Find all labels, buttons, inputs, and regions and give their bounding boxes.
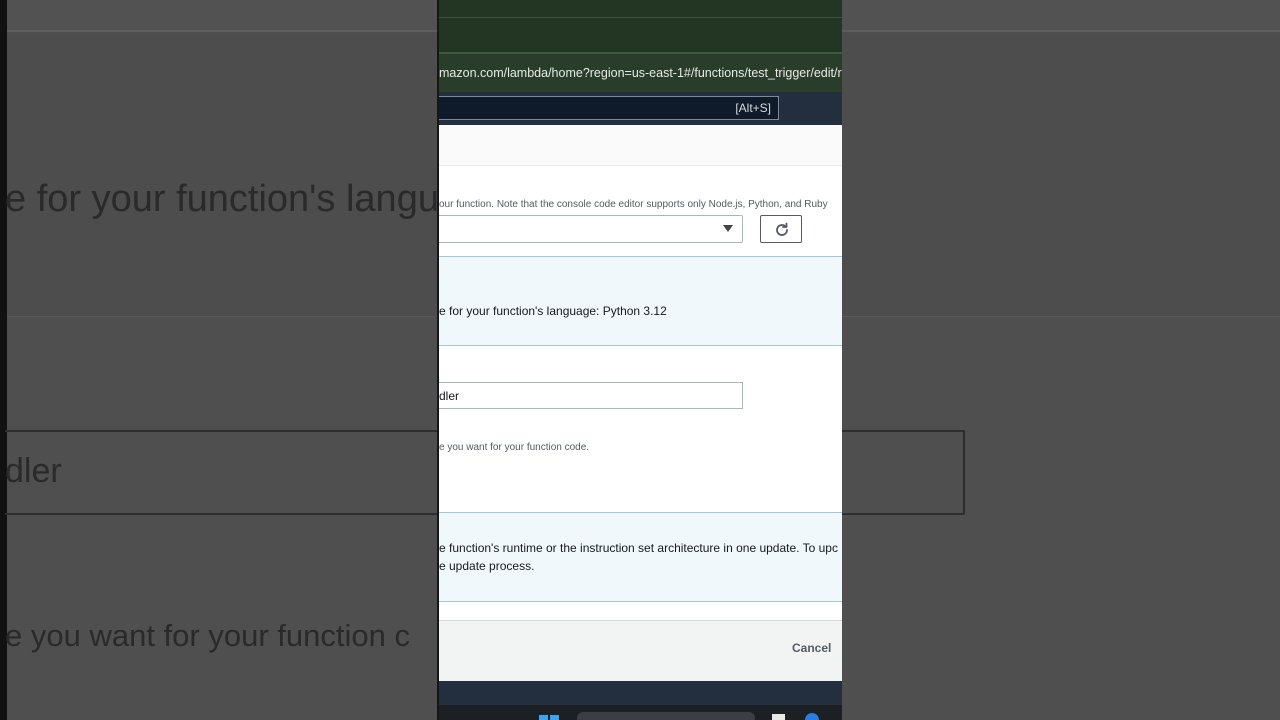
runtime-description: our function. Note that the console code… <box>439 199 828 210</box>
modal-footer: Cancel <box>439 620 842 681</box>
browser-tab-strip <box>439 0 842 52</box>
address-bar[interactable]: mazon.com/lambda/home?region=us-east-1#/… <box>439 52 842 92</box>
edit-runtime-settings-modal: our function. Note that the console code… <box>439 125 842 620</box>
taskbar-app-icon[interactable] <box>772 714 785 720</box>
refresh-runtimes-button[interactable] <box>760 215 802 243</box>
background-large-text-3: e you want for your function c <box>5 618 410 653</box>
background-large-text-2: dler <box>5 452 62 490</box>
modal-header <box>439 125 842 166</box>
handler-info-text: e for your function's language: Python 3… <box>439 304 667 318</box>
edge-browser-icon[interactable] <box>805 713 819 720</box>
search-shortcut-hint: [Alt+S] <box>735 101 771 115</box>
update-info-line-1: e function's runtime or the instruction … <box>439 541 838 555</box>
screen-panel: mazon.com/lambda/home?region=us-east-1#/… <box>439 0 842 720</box>
taskbar-search[interactable] <box>577 712 755 720</box>
aws-console-header: [Alt+S] <box>439 92 842 125</box>
runtime-select[interactable] <box>439 215 743 243</box>
handler-help-text: e you want for your function code. <box>439 442 590 453</box>
handler-input[interactable]: dler <box>439 382 743 409</box>
refresh-icon <box>776 222 788 236</box>
caret-down-icon <box>723 225 733 232</box>
background-large-text-1: e for your function's langu <box>5 178 439 220</box>
url-text[interactable]: mazon.com/lambda/home?region=us-east-1#/… <box>439 66 842 80</box>
console-search-input[interactable]: [Alt+S] <box>439 96 779 120</box>
update-info-alert: e function's runtime or the instruction … <box>439 512 842 602</box>
windows-taskbar <box>439 705 842 720</box>
windows-start-icon[interactable] <box>539 715 559 720</box>
handler-info-alert: e for your function's language: Python 3… <box>439 256 842 346</box>
update-info-line-2: e update process. <box>439 559 535 573</box>
background-left-edge <box>0 0 7 720</box>
tab-divider <box>439 17 842 18</box>
handler-value: dler <box>439 389 460 403</box>
cancel-button[interactable]: Cancel <box>792 641 831 655</box>
